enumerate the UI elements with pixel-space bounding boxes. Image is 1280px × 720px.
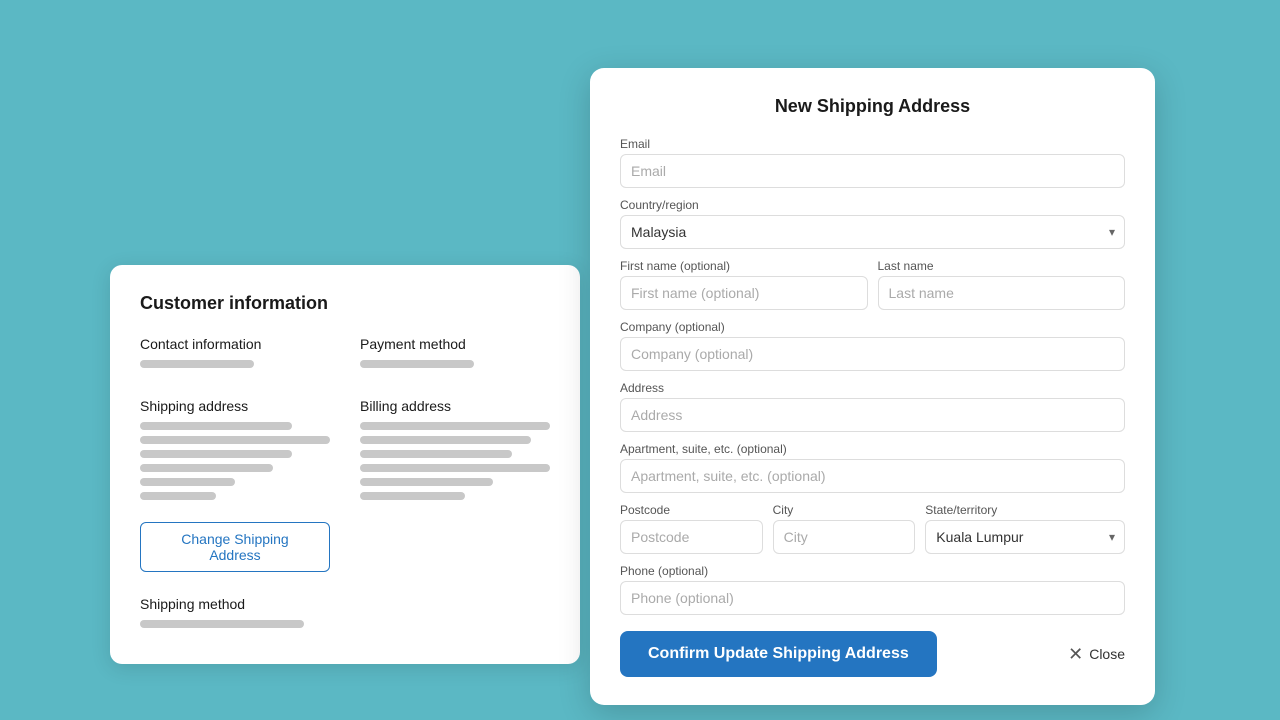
address-input[interactable] [620,398,1125,432]
city-label: City [773,503,916,517]
email-label: Email [620,137,1125,151]
postcode-input[interactable] [620,520,763,554]
email-input[interactable] [620,154,1125,188]
state-select-wrapper: Kuala Lumpur ▾ [925,520,1125,554]
billing-address-label: Billing address [360,398,550,414]
bill-skeleton-6 [360,492,465,500]
confirm-update-button[interactable]: Confirm Update Shipping Address [620,631,937,677]
last-name-label: Last name [878,259,1126,273]
location-row: Postcode City State/territory Kuala Lump… [620,503,1125,554]
name-row: First name (optional) Last name [620,259,1125,310]
ship-skeleton-2 [140,436,330,444]
ship-skeleton-6 [140,492,216,500]
apartment-label: Apartment, suite, etc. (optional) [620,442,1125,456]
change-shipping-address-button[interactable]: Change Shipping Address [140,522,330,572]
postcode-label: Postcode [620,503,763,517]
shipping-address-modal: New Shipping Address Email Country/regio… [590,68,1155,705]
country-label: Country/region [620,198,1125,212]
bill-skeleton-4 [360,464,550,472]
method-skeleton-1 [140,620,304,628]
bill-skeleton-2 [360,436,531,444]
phone-field: Phone (optional) [620,564,1125,615]
first-name-label: First name (optional) [620,259,868,273]
bill-skeleton-5 [360,478,493,486]
modal-footer: Confirm Update Shipping Address ✕ Close [620,631,1125,677]
contact-skeleton-1 [140,360,254,368]
ship-skeleton-1 [140,422,292,430]
address-field: Address [620,381,1125,432]
company-input[interactable] [620,337,1125,371]
state-field: State/territory Kuala Lumpur ▾ [925,503,1125,554]
country-select-wrapper: Malaysia ▾ [620,215,1125,249]
address-label: Address [620,381,1125,395]
payment-section-label: Payment method [360,336,550,352]
contact-section-label: Contact information [140,336,330,352]
modal-title: New Shipping Address [620,96,1125,117]
country-field: Country/region Malaysia ▾ [620,198,1125,249]
phone-input[interactable] [620,581,1125,615]
shipping-method-label: Shipping method [140,596,550,612]
first-name-input[interactable] [620,276,868,310]
state-label: State/territory [925,503,1125,517]
city-field: City [773,503,916,554]
postcode-field: Postcode [620,503,763,554]
ship-skeleton-5 [140,478,235,486]
last-name-field: Last name [878,259,1126,310]
email-field: Email [620,137,1125,188]
ship-skeleton-4 [140,464,273,472]
customer-information-card: Customer information Contact information… [110,265,580,664]
first-name-field: First name (optional) [620,259,868,310]
company-field: Company (optional) [620,320,1125,371]
billing-address-section: Billing address [360,398,550,572]
close-group[interactable]: ✕ Close [1068,644,1125,665]
shipping-address-label: Shipping address [140,398,330,414]
payment-skeleton-1 [360,360,474,368]
phone-label: Phone (optional) [620,564,1125,578]
city-input[interactable] [773,520,916,554]
country-select[interactable]: Malaysia [620,215,1125,249]
bill-skeleton-1 [360,422,550,430]
close-label: Close [1089,646,1125,662]
last-name-input[interactable] [878,276,1126,310]
state-select[interactable]: Kuala Lumpur [925,520,1125,554]
ship-skeleton-3 [140,450,292,458]
bill-skeleton-3 [360,450,512,458]
shipping-method-section: Shipping method [140,596,550,634]
customer-card-title: Customer information [140,293,550,314]
apartment-input[interactable] [620,459,1125,493]
contact-section: Contact information [140,336,330,374]
company-label: Company (optional) [620,320,1125,334]
payment-section: Payment method [360,336,550,374]
shipping-address-section: Shipping address Change Shipping Address [140,398,330,572]
apartment-field: Apartment, suite, etc. (optional) [620,442,1125,493]
close-icon: ✕ [1068,644,1083,665]
